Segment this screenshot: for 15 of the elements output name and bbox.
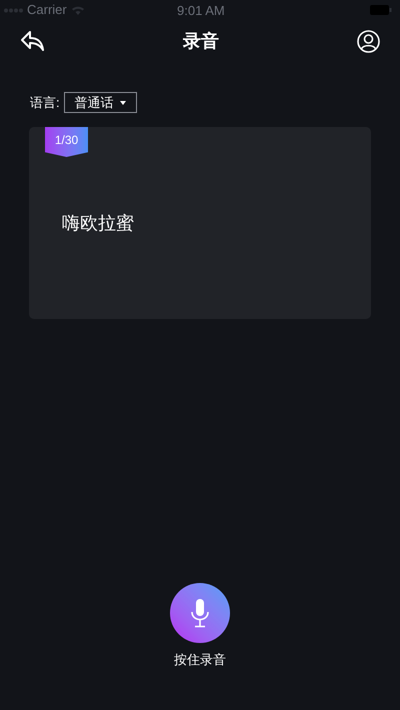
carrier-label: Carrier	[27, 1, 67, 20]
wifi-icon	[70, 5, 85, 15]
signal-icon	[4, 8, 26, 12]
phrase-text: 嗨欧拉蜜	[62, 212, 134, 234]
profile-icon[interactable]	[357, 30, 380, 52]
counter-badge: 1/30	[45, 127, 88, 157]
battery-icon	[370, 5, 392, 15]
status-time: 9:01 AM	[177, 2, 225, 20]
back-icon[interactable]	[20, 30, 45, 52]
microphone-icon	[190, 598, 210, 628]
caret-icon	[120, 100, 126, 104]
language-label: 语言:	[30, 94, 60, 112]
language-dropdown[interactable]: 普通话	[64, 92, 137, 113]
page-title: 录音	[183, 30, 219, 52]
record-label: 按住录音	[174, 650, 226, 668]
